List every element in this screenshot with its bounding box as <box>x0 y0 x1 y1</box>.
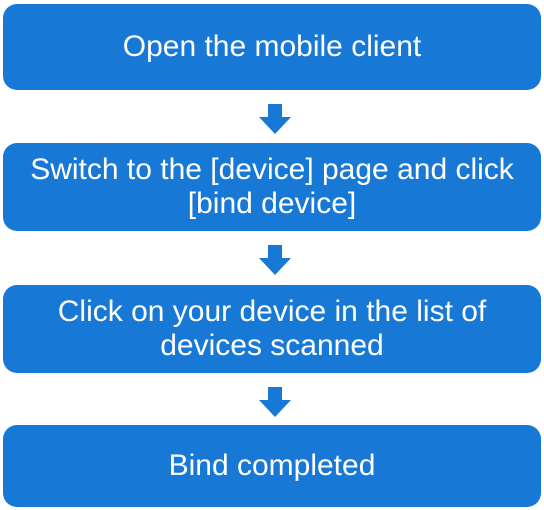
flow-step-label: Open the mobile client <box>122 30 422 63</box>
flow-step-label: Bind completed <box>168 449 376 482</box>
flow-step-bind-completed: Bind completed <box>3 425 541 507</box>
flow-step-open-client: Open the mobile client <box>3 4 541 90</box>
arrow-down-icon <box>259 387 291 417</box>
flow-step-label: Switch to the [device] page and click [b… <box>30 153 514 220</box>
flow-step-select-device: Click on your device in the list of devi… <box>3 285 541 373</box>
arrow-down-icon <box>259 245 291 275</box>
arrow-down-icon <box>259 104 291 134</box>
flow-step-label: Click on your device in the list of devi… <box>57 295 487 362</box>
flow-step-switch-device-page: Switch to the [device] page and click [b… <box>3 143 541 231</box>
